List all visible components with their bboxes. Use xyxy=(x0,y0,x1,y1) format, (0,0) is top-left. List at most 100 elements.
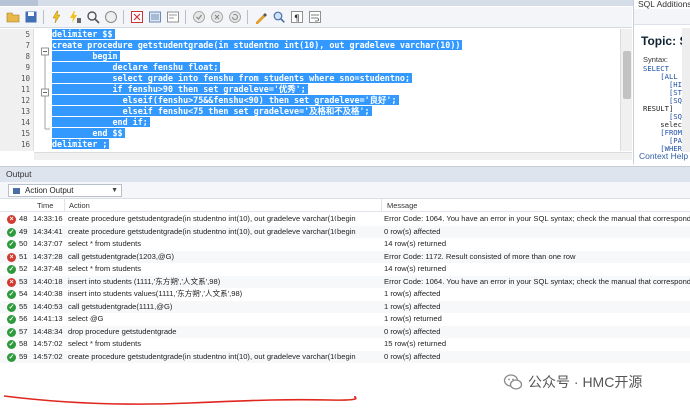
line-number: 5 xyxy=(25,30,30,39)
column-header-message[interactable]: Message xyxy=(387,199,417,212)
line-number: 7 xyxy=(25,41,30,50)
svg-text:¶: ¶ xyxy=(294,14,300,24)
line-number: 9 xyxy=(25,63,30,72)
output-type-value: Action Output xyxy=(25,186,74,195)
output-panel-header: Output xyxy=(0,166,690,182)
wrap-lines-icon[interactable] xyxy=(307,10,322,25)
toolbar-separator xyxy=(185,10,186,24)
refresh-icon[interactable] xyxy=(227,10,242,25)
invisible-chars-icon[interactable]: ¶ xyxy=(289,10,304,25)
table-row[interactable]: 52 14:37:48 select * from students 14 row(s… xyxy=(0,263,690,276)
action-continuation-cell: begin xyxy=(337,226,356,236)
sql-editor[interactable]: 5 7 8 9 10 11 12 13 14 15 16 delimiter $$ create pr… xyxy=(0,29,632,151)
code-line[interactable]: end if; xyxy=(52,117,150,128)
time-cell: 14:37:48 xyxy=(33,264,63,273)
editor-vertical-scrollbar[interactable] xyxy=(620,29,632,151)
code-line[interactable]: begin xyxy=(52,51,120,62)
line-number-gutter: 5 7 8 9 10 11 12 13 14 15 16 xyxy=(0,29,34,151)
column-header-action[interactable]: Action xyxy=(69,199,90,212)
message-cell: Error Code: 1064. You have an error in y… xyxy=(384,214,690,223)
tab-query[interactable] xyxy=(0,0,38,6)
table-row[interactable]: 49 14:34:41 create procedure getstudentgra… xyxy=(0,225,690,238)
autocommit-icon[interactable] xyxy=(147,10,162,25)
table-row[interactable]: 58 14:57:02 select * from students 15 row(s… xyxy=(0,338,690,351)
success-status-icon xyxy=(7,352,16,362)
wechat-logo-icon xyxy=(503,374,523,390)
top-tab-strip xyxy=(0,0,690,6)
action-cell: create procedure getstudentgrade(in stud… xyxy=(68,214,336,223)
row-number-cell: 55 xyxy=(19,301,28,311)
explain-icon[interactable] xyxy=(85,10,100,25)
code-line[interactable]: delimiter $$ xyxy=(52,29,115,40)
context-help-link[interactable]: Context Help xyxy=(639,151,688,161)
code-line[interactable]: end $$ xyxy=(52,128,125,139)
message-cell: 1 row(s) affected xyxy=(384,289,441,298)
row-number-cell: 49 xyxy=(19,226,28,236)
sql-additions-toolbar xyxy=(634,9,690,25)
find-icon[interactable] xyxy=(271,10,286,25)
execute-icon[interactable] xyxy=(49,10,64,25)
column-header-time[interactable]: Time xyxy=(37,199,53,212)
line-number: 8 xyxy=(25,52,30,61)
table-row[interactable]: 54 14:40:38 insert into students values(11… xyxy=(0,288,690,301)
time-cell: 14:40:18 xyxy=(33,276,63,286)
sql-additions-panel: SQL Additions - ... Topic: SEL Syntax: S… xyxy=(633,0,690,164)
syntax-label: Syntax: xyxy=(643,55,669,64)
action-continuation-cell: begin xyxy=(337,351,356,361)
code-line[interactable]: if fenshu>90 then set gradeleve='优秀'; xyxy=(52,84,308,95)
action-cell: create procedure getstudentgrade(in stud… xyxy=(68,351,336,361)
editor-horizontal-scrollbar[interactable] xyxy=(34,152,632,160)
table-row[interactable]: 51 14:37:28 call getstudentgrade(1203,@G) E… xyxy=(0,250,690,263)
time-cell: 14:34:41 xyxy=(33,226,63,236)
table-row[interactable]: 53 14:40:18 insert into students (1111,'东方… xyxy=(0,275,690,288)
message-cell: Error Code: 1172. Result consisted of mo… xyxy=(384,251,576,261)
code-line[interactable]: declare fenshu float; xyxy=(52,62,221,73)
table-row[interactable]: 55 14:40:53 call getstudentgrade(1111,@G) 1… xyxy=(0,300,690,313)
output-toolbar: Action Output ▼ xyxy=(0,182,690,199)
message-cell: Error Code: 1064. You have an error in y… xyxy=(384,276,690,286)
table-row[interactable]: 56 14:41:13 select @G 1 row(s) returned xyxy=(0,313,690,326)
selected-code-text: begin xyxy=(52,51,120,61)
code-line[interactable]: select grade into fenshu from students w… xyxy=(52,73,412,84)
code-line[interactable]: elseif(fenshu>75&&fenshu<90) then set gr… xyxy=(52,95,399,106)
time-cell: 14:48:34 xyxy=(33,326,63,336)
row-number-cell: 53 xyxy=(19,276,28,286)
table-row[interactable]: 48 14:33:16 create procedure getstudentgra… xyxy=(0,213,690,226)
table-row[interactable]: 59 14:57:02 create procedure getstudentgra… xyxy=(0,350,690,363)
commit-icon[interactable] xyxy=(191,10,206,25)
output-type-select[interactable]: Action Output ▼ xyxy=(8,184,122,197)
toolbar-separator xyxy=(43,10,44,24)
selected-code-text: end $$ xyxy=(52,128,125,138)
save-icon[interactable] xyxy=(23,10,38,25)
table-row[interactable]: 50 14:37:07 select * from students 14 row(s… xyxy=(0,238,690,251)
message-cell: 0 row(s) affected xyxy=(384,226,441,236)
code-line[interactable]: elseif fenshu<75 then set gradeleve='及格和… xyxy=(52,106,372,117)
execute-current-icon[interactable] xyxy=(67,10,82,25)
toggle-error-icon[interactable] xyxy=(129,10,144,25)
line-number: 12 xyxy=(20,96,30,105)
beautify-icon[interactable] xyxy=(253,10,268,25)
line-number: 16 xyxy=(20,140,30,149)
limit-rows-icon[interactable] xyxy=(165,10,180,25)
action-cell: select @G xyxy=(68,314,104,323)
chevron-down-icon[interactable]: ▼ xyxy=(111,185,118,197)
action-cell: select * from students xyxy=(68,239,142,248)
action-continuation-cell: begin xyxy=(337,214,356,223)
selected-code-text: end if; xyxy=(52,117,150,127)
success-status-icon xyxy=(7,340,16,349)
time-cell: 14:37:07 xyxy=(33,239,63,248)
code-fold-markers[interactable] xyxy=(38,29,52,151)
time-cell: 14:41:13 xyxy=(33,314,63,323)
selected-code-text: if fenshu>90 then set gradeleve='优秀'; xyxy=(52,84,308,94)
code-line[interactable]: delimiter ; xyxy=(52,139,110,150)
editor-scroll-thumb[interactable] xyxy=(623,51,631,99)
table-row[interactable]: 57 14:48:34 drop procedure getstudentgrade… xyxy=(0,325,690,338)
rollback-icon[interactable] xyxy=(209,10,224,25)
stop-icon[interactable] xyxy=(103,10,118,25)
success-status-icon xyxy=(7,227,16,237)
open-folder-icon[interactable] xyxy=(5,10,20,25)
action-cell: insert into students values(1111,'东方朔','… xyxy=(68,289,243,298)
sql-additions-scrollbar[interactable] xyxy=(682,28,690,152)
code-line[interactable]: create procedure getstudentgrade(in stud… xyxy=(52,40,463,51)
sql-additions-header: SQL Additions - ... xyxy=(638,0,690,9)
